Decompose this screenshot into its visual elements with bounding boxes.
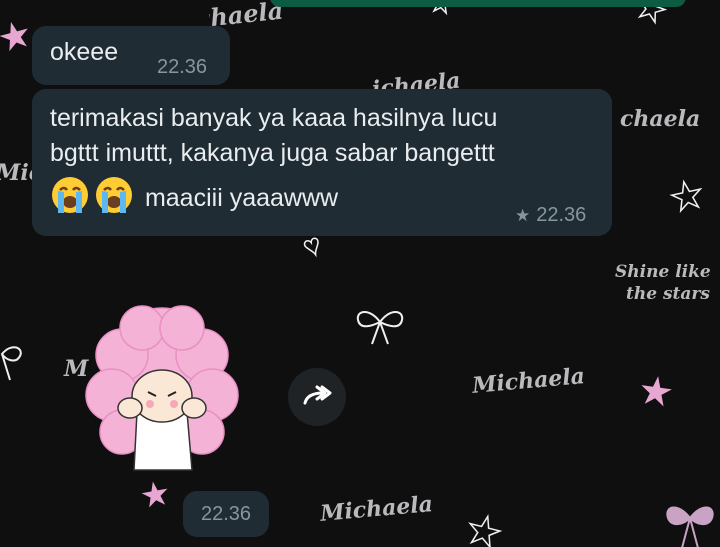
forward-icon [303, 385, 332, 405]
message-text: terimakasi banyak ya kaaa hasilnya lucu … [50, 101, 600, 216]
wallpaper-tagline: the stars [626, 284, 710, 304]
previous-message-bubble-edge [270, 0, 686, 7]
message-timestamp: 22.36 [157, 56, 208, 78]
wallpaper-name: Michaela [471, 363, 586, 399]
wallpaper-name-fragment: chaela [620, 106, 701, 132]
bow-icon [666, 506, 714, 547]
message-bubble[interactable]: terimakasi banyak ya kaaa hasilnya lucu … [32, 89, 612, 236]
message-line: terimakasi banyak ya kaaa hasilnya lucu [50, 104, 498, 132]
message-bubble[interactable]: okeee 22.36 [32, 26, 230, 85]
bow-icon [356, 311, 404, 345]
star-icon: ★ [665, 172, 709, 222]
star-icon: ★ [460, 506, 507, 547]
wallpaper-tagline: Shine like [615, 262, 711, 282]
message-timestamp: 22.36 [536, 204, 587, 226]
message-text: okeee [50, 38, 119, 66]
star-icon: ★ [635, 367, 677, 417]
star-icon: ★ [0, 12, 37, 62]
message-line-text: maaciii yaaawww [144, 184, 339, 212]
loudly-crying-face-icon [96, 177, 132, 213]
bow-icon [0, 346, 22, 381]
message-meta: ★ 22.36 [515, 204, 586, 227]
wallpaper-name: Michaela [319, 491, 434, 527]
loudly-crying-face-icon [52, 177, 88, 213]
sticker-timestamp: 22.36 [183, 491, 269, 537]
pink-haired-girl-sticker[interactable] [82, 300, 242, 485]
star-icon: ★ [515, 206, 531, 225]
forward-button[interactable] [288, 368, 346, 426]
message-line: bgttt imuttt, kakanya juga sabar bangett… [50, 139, 495, 167]
